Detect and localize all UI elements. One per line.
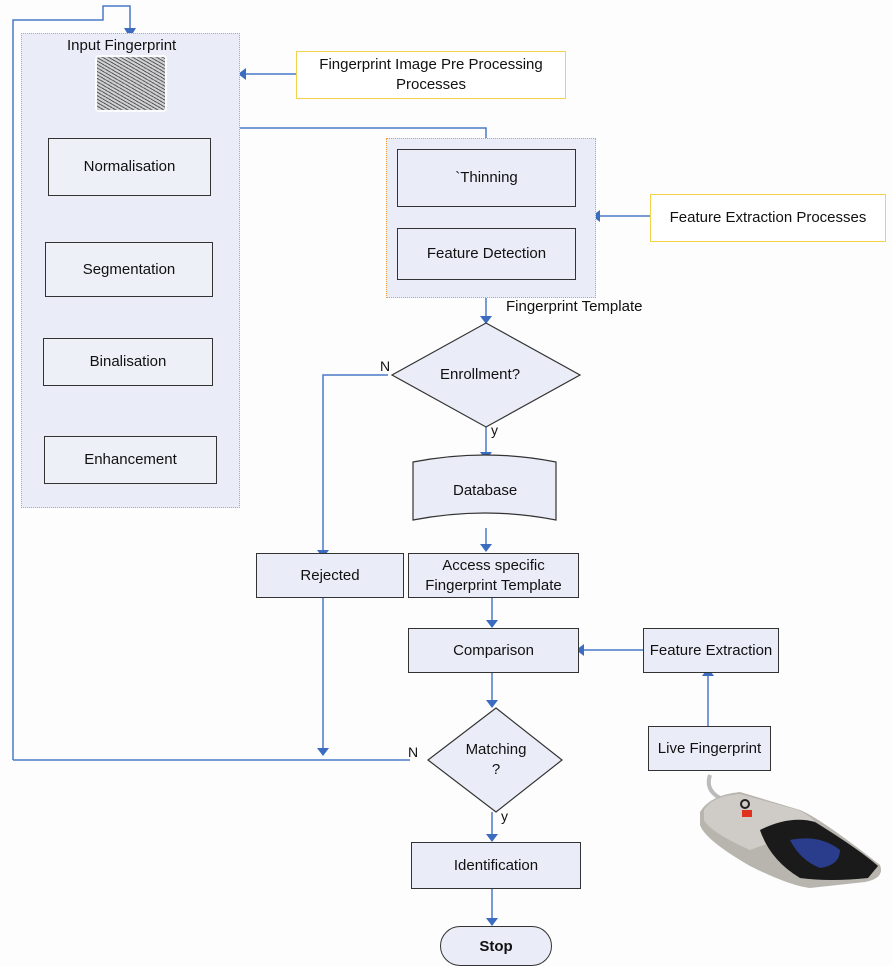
- database-label: Database: [453, 482, 518, 499]
- preprocessing-note: Fingerprint Image Pre Processing Process…: [296, 51, 566, 99]
- enrollment-no-connector: [322, 374, 388, 550]
- enrollment-label: Enrollment?: [440, 366, 521, 383]
- feature-detection-box: Feature Detection: [397, 228, 576, 280]
- feature-extraction-note: Feature Extraction Processes: [650, 194, 886, 242]
- comparison-box: Comparison: [408, 628, 579, 673]
- rejected-box: Rejected: [256, 553, 404, 598]
- binalisation-box: Binalisation: [43, 338, 213, 386]
- fingerprint-template-label: Fingerprint Template: [506, 298, 643, 315]
- enhancement-box: Enhancement: [44, 436, 217, 484]
- matching-no-label: N: [408, 744, 419, 760]
- identification-box: Identification: [411, 842, 581, 889]
- enrollment-no-label: N: [380, 358, 391, 374]
- input-fingerprint-label: Input Fingerprint: [67, 37, 177, 54]
- matching-label: Matching ?: [465, 741, 527, 778]
- normalisation-box: Normalisation: [48, 138, 211, 196]
- segmentation-box: Segmentation: [45, 242, 213, 297]
- access-template-box: Access specific Fingerprint Template: [408, 553, 579, 598]
- thinning-box: `Thinning: [397, 149, 576, 207]
- stop-terminal: Stop: [440, 926, 552, 966]
- fingerprint-image: [95, 55, 167, 112]
- enrollment-yes-label: y: [491, 422, 498, 438]
- feature-extraction-box: Feature Extraction: [643, 628, 779, 673]
- matching-yes-label: y: [501, 808, 508, 824]
- live-fingerprint-box: Live Fingerprint: [648, 726, 771, 771]
- fingerprint-scanner-image: [700, 774, 881, 888]
